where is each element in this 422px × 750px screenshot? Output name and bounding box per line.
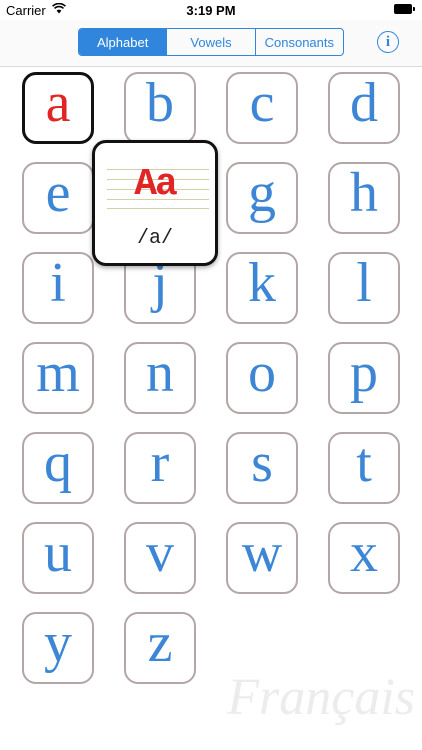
letter-label: y bbox=[44, 612, 72, 674]
letter-label: e bbox=[45, 162, 71, 224]
letter-label: c bbox=[249, 72, 275, 134]
letter-tile-x[interactable]: x bbox=[328, 522, 400, 594]
letter-tile-g[interactable]: g bbox=[226, 162, 298, 234]
letter-label: v bbox=[146, 522, 174, 584]
popup-phonetic: /a/ bbox=[136, 227, 173, 250]
letter-tile-d[interactable]: d bbox=[328, 72, 400, 144]
letter-label: z bbox=[147, 612, 173, 674]
letter-tile-i[interactable]: i bbox=[22, 252, 94, 324]
letter-tile-u[interactable]: u bbox=[22, 522, 94, 594]
letter-tile-h[interactable]: h bbox=[328, 162, 400, 234]
letter-tile-b[interactable]: b bbox=[124, 72, 196, 144]
popup-letters: Aa bbox=[134, 163, 178, 206]
letter-tile-s[interactable]: s bbox=[226, 432, 298, 504]
letter-tile-l[interactable]: l bbox=[328, 252, 400, 324]
info-button[interactable]: i bbox=[377, 31, 399, 53]
info-icon: i bbox=[385, 33, 391, 50]
letter-tile-v[interactable]: v bbox=[124, 522, 196, 594]
letter-label: m bbox=[36, 342, 80, 404]
letter-label: l bbox=[356, 252, 372, 314]
letter-label: o bbox=[248, 342, 276, 404]
letter-tile-y[interactable]: y bbox=[22, 612, 94, 684]
battery-icon bbox=[394, 4, 415, 14]
segment-consonants[interactable]: Consonants bbox=[256, 29, 343, 55]
letter-label: n bbox=[146, 342, 174, 404]
letter-label: x bbox=[350, 522, 378, 584]
letter-tile-k[interactable]: k bbox=[226, 252, 298, 324]
letter-label: t bbox=[356, 432, 372, 494]
letter-tile-q[interactable]: q bbox=[22, 432, 94, 504]
letter-label: w bbox=[241, 522, 283, 584]
letter-label: q bbox=[44, 432, 72, 494]
category-segmented-control: Alphabet Vowels Consonants bbox=[78, 28, 344, 56]
letter-label: h bbox=[350, 162, 378, 224]
letter-tile-z[interactable]: z bbox=[124, 612, 196, 684]
letter-tile-w[interactable]: w bbox=[226, 522, 298, 594]
letter-tile-n[interactable]: n bbox=[124, 342, 196, 414]
letter-tile-r[interactable]: r bbox=[124, 432, 196, 504]
segment-alphabet[interactable]: Alphabet bbox=[79, 29, 168, 55]
nav-bar: Alphabet Vowels Consonants i bbox=[0, 20, 422, 67]
letter-label: b bbox=[146, 72, 174, 134]
letter-label: i bbox=[50, 252, 66, 314]
letter-tile-m[interactable]: m bbox=[22, 342, 94, 414]
language-watermark: Français bbox=[227, 669, 415, 726]
clock: 3:19 PM bbox=[186, 3, 236, 18]
letter-tile-e[interactable]: e bbox=[22, 162, 94, 234]
status-bar: Carrier 3:19 PM bbox=[0, 0, 422, 20]
letter-tile-c[interactable]: c bbox=[226, 72, 298, 144]
letter-tile-t[interactable]: t bbox=[328, 432, 400, 504]
letter-label: a bbox=[45, 72, 71, 134]
letter-label: u bbox=[44, 522, 72, 584]
segment-vowels[interactable]: Vowels bbox=[167, 29, 256, 55]
letter-label: g bbox=[248, 162, 276, 224]
letter-label: d bbox=[350, 72, 378, 134]
letter-label: r bbox=[150, 432, 170, 494]
letter-label: s bbox=[251, 432, 273, 494]
letter-label: k bbox=[248, 252, 276, 314]
letter-tile-p[interactable]: p bbox=[328, 342, 400, 414]
letter-tile-a[interactable]: a bbox=[22, 72, 94, 144]
letter-popup: Aa /a/ bbox=[92, 140, 218, 266]
letter-tile-o[interactable]: o bbox=[226, 342, 298, 414]
letter-label: p bbox=[350, 342, 378, 404]
